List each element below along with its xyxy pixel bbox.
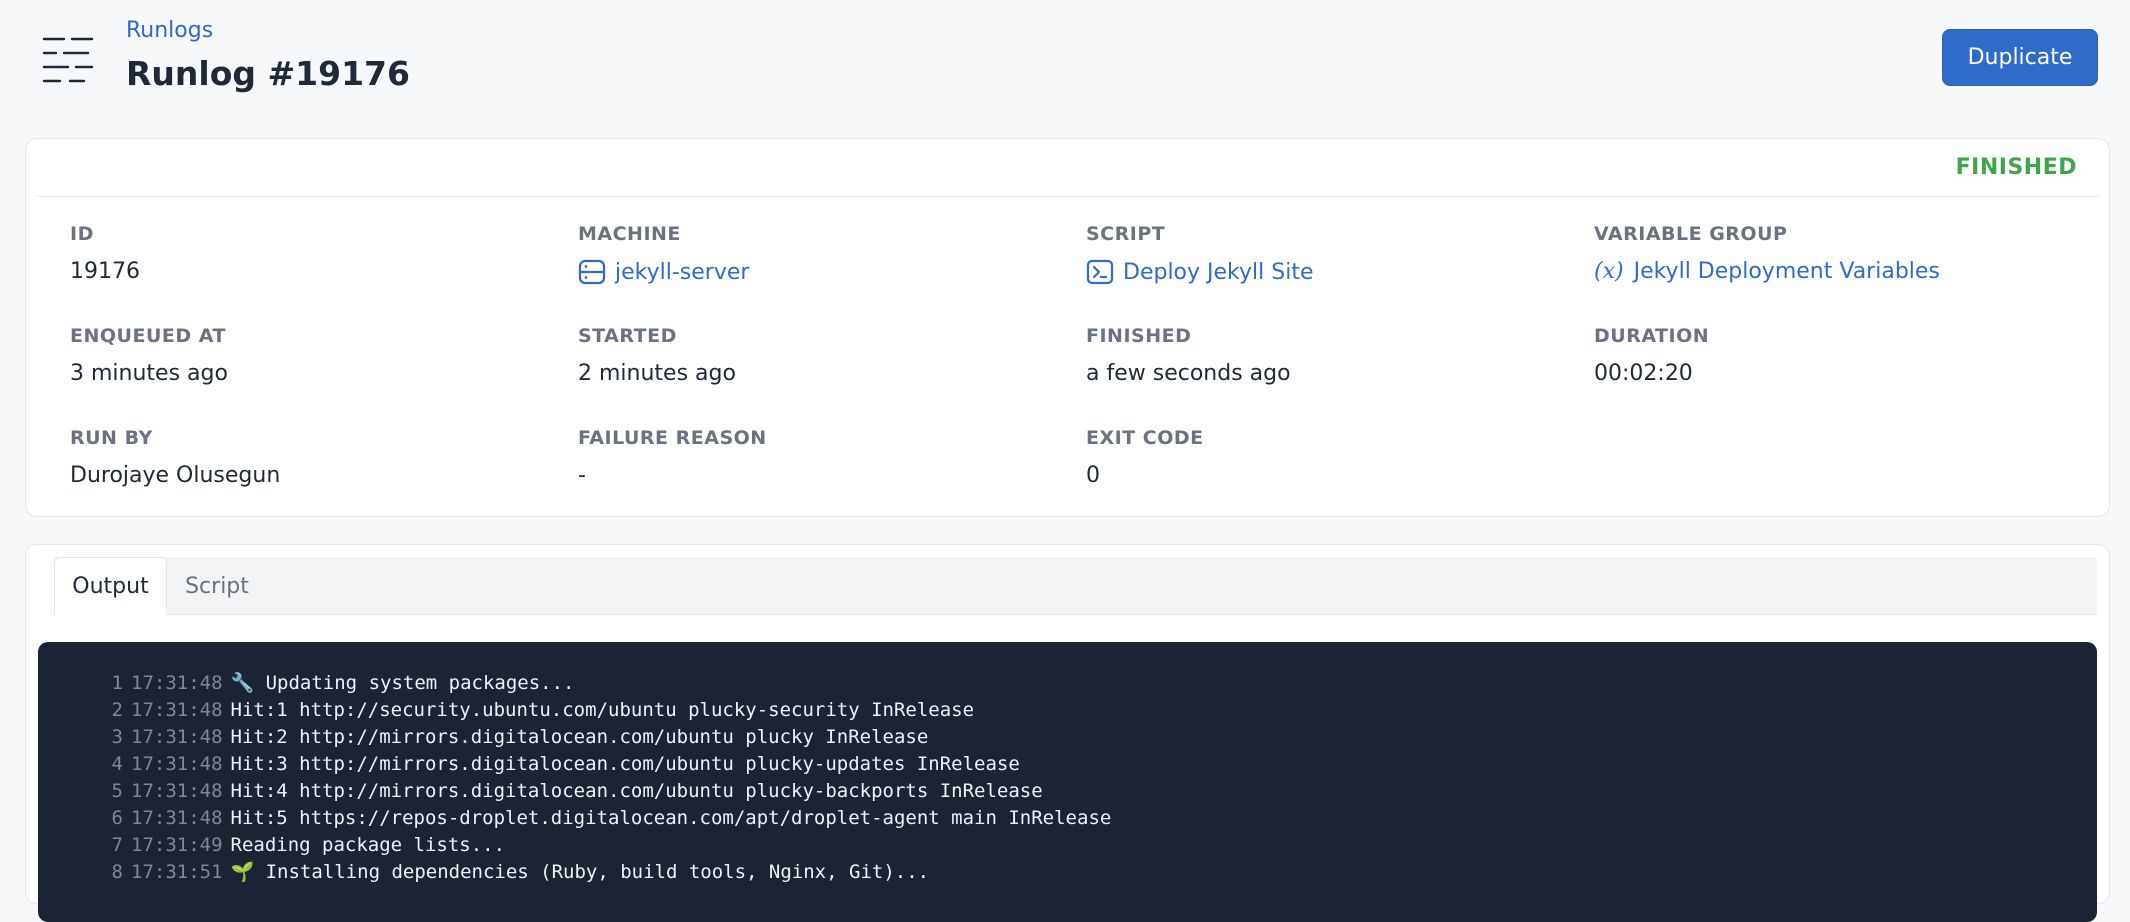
line-timestamp: 17:31:49 (131, 833, 223, 856)
status-badge: FINISHED (1955, 155, 2077, 180)
line-timestamp: 17:31:48 (131, 671, 223, 694)
field-value: 19176 (70, 259, 140, 284)
page-header: Runlogs Runlog #19176 Duplicate (0, 0, 2130, 120)
tab-output[interactable]: Output (54, 557, 167, 615)
line-text: Hit:1 http://security.ubuntu.com/ubuntu … (230, 698, 975, 721)
line-timestamp: 17:31:51 (131, 860, 223, 883)
page-title: Runlog #19176 (126, 54, 410, 93)
line-number: 7 (111, 833, 123, 856)
field-script: SCRIPT Deploy Jekyll Site (1086, 223, 1313, 285)
field-finished: FINISHED a few seconds ago (1086, 325, 1291, 386)
line-timestamp: 17:31:48 (131, 752, 223, 775)
line-text: 🔧 Updating system packages... (230, 672, 575, 694)
field-label: MACHINE (578, 223, 681, 245)
variable-group-link[interactable]: (x) Jekyll Deployment Variables (1594, 259, 1940, 284)
line-text: Reading package lists... (230, 833, 506, 856)
field-value: a few seconds ago (1086, 361, 1291, 386)
field-value: 3 minutes ago (70, 361, 228, 386)
line-number: 5 (111, 779, 123, 802)
breadcrumb-runlogs[interactable]: Runlogs (126, 18, 213, 43)
log-line: 8 17:31:51 🌱 Installing dependencies (Ruby… (38, 858, 930, 885)
line-timestamp: 17:31:48 (131, 779, 223, 802)
field-variable-group: VARIABLE GROUP (x) Jekyll Deployment Var… (1594, 223, 1940, 284)
log-line: 5 17:31:48 Hit:4 http://mirrors.digitaloce… (38, 777, 1043, 804)
log-line: 1 17:31:48 🔧 Updating system packages... (38, 669, 575, 696)
field-label: STARTED (578, 325, 677, 347)
field-label: SCRIPT (1086, 223, 1166, 245)
field-enqueued-at: ENQUEUED AT 3 minutes ago (70, 325, 228, 386)
field-label: ENQUEUED AT (70, 325, 226, 347)
duplicate-button[interactable]: Duplicate (1942, 29, 2098, 86)
field-value: 0 (1086, 463, 1100, 488)
line-number: 6 (111, 806, 123, 829)
line-number: 3 (111, 725, 123, 748)
line-text: 🌱 Installing dependencies (Ruby, build t… (230, 861, 930, 883)
line-timestamp: 17:31:48 (131, 725, 223, 748)
line-text: Hit:3 http://mirrors.digitalocean.com/ub… (230, 752, 1020, 775)
log-output-terminal[interactable]: 1 17:31:48 🔧 Updating system packages... 2… (38, 642, 2097, 922)
line-text: Hit:2 http://mirrors.digitalocean.com/ub… (230, 725, 929, 748)
field-label: FINISHED (1086, 325, 1192, 347)
line-number: 4 (111, 752, 123, 775)
field-machine: MACHINE jekyll-server (578, 223, 749, 285)
field-value: Durojaye Olusegun (70, 463, 281, 488)
machine-link-text: jekyll-server (615, 259, 750, 285)
line-timestamp: 17:31:48 (131, 698, 223, 721)
field-run-by: RUN BY Durojaye Olusegun (70, 427, 280, 488)
field-started: STARTED 2 minutes ago (578, 325, 736, 386)
field-label: ID (70, 223, 94, 245)
field-value: - (578, 463, 586, 488)
server-icon (578, 259, 606, 285)
line-number: 1 (111, 671, 123, 694)
terminal-icon (1086, 259, 1114, 285)
field-label: EXIT CODE (1086, 427, 1204, 449)
line-timestamp: 17:31:48 (131, 806, 223, 829)
status-bar: FINISHED (36, 139, 2099, 197)
log-line: 6 17:31:48 Hit:5 https://repos-droplet.dig… (38, 804, 1112, 831)
log-line: 3 17:31:48 Hit:2 http://mirrors.digitaloce… (38, 723, 929, 750)
output-card: Output Script 1 17:31:48 🔧 Updating system… (25, 544, 2110, 922)
log-line: 7 17:31:49 Reading package lists... (38, 831, 506, 858)
line-number: 8 (111, 860, 123, 883)
variable-group-link-text: Jekyll Deployment Variables (1633, 259, 1940, 284)
field-failure-reason: FAILURE REASON - (578, 427, 767, 488)
log-line: 2 17:31:48 Hit:1 http://security.ubuntu.co… (38, 696, 975, 723)
field-value: 2 minutes ago (578, 361, 736, 386)
machine-link[interactable]: jekyll-server (578, 259, 749, 285)
log-line: 4 17:31:48 Hit:3 http://mirrors.digitaloce… (38, 750, 1020, 777)
runlog-details-card: FINISHED ID 19176 MACHINE jekyll-server … (25, 138, 2110, 517)
field-exit-code: EXIT CODE 0 (1086, 427, 1204, 488)
field-label: FAILURE REASON (578, 427, 767, 449)
field-label: VARIABLE GROUP (1594, 223, 1788, 245)
variable-icon: (x) (1594, 259, 1624, 284)
line-text: Hit:4 http://mirrors.digitalocean.com/ub… (230, 779, 1043, 802)
field-id: ID 19176 (70, 223, 140, 284)
field-label: DURATION (1594, 325, 1710, 347)
tab-script[interactable]: Script (167, 557, 267, 615)
field-label: RUN BY (70, 427, 153, 449)
runlog-lines-icon (42, 37, 94, 83)
line-number: 2 (111, 698, 123, 721)
script-link[interactable]: Deploy Jekyll Site (1086, 259, 1313, 285)
script-link-text: Deploy Jekyll Site (1123, 259, 1314, 285)
line-text: Hit:5 https://repos-droplet.digitalocean… (230, 806, 1112, 829)
field-duration: DURATION 00:02:20 (1594, 325, 1709, 386)
field-value: 00:02:20 (1594, 361, 1693, 386)
tab-strip: Output Script (54, 557, 2097, 615)
